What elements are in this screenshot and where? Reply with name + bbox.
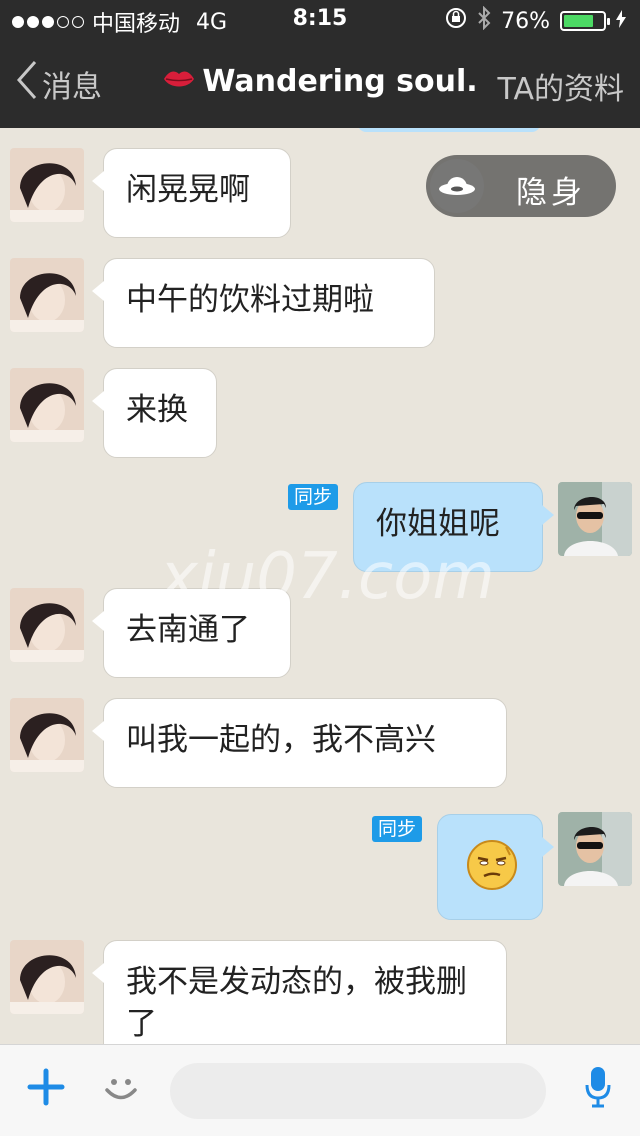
sync-badge: 同步 — [372, 816, 423, 842]
message-row: 叫我一起的，我不高兴 — [0, 698, 640, 788]
incoming-bubble[interactable]: 闲晃晃啊 — [92, 148, 291, 238]
lips-icon — [162, 64, 196, 99]
contact-avatar[interactable] — [10, 148, 84, 222]
incoming-bubble[interactable]: 来换 — [92, 368, 217, 458]
smirk-emoji-icon — [466, 839, 518, 902]
bluetooth-icon — [477, 5, 491, 36]
profile-button[interactable]: TA的资料 — [497, 64, 624, 108]
message-row: 同步 — [0, 812, 640, 922]
contact-avatar[interactable] — [10, 940, 84, 1014]
charging-icon — [616, 9, 626, 34]
sync-badge: 同步 — [288, 484, 339, 510]
battery-icon — [560, 11, 610, 31]
invisible-mode-toggle[interactable]: 隐身 — [426, 155, 616, 217]
status-right: 76% — [445, 5, 626, 36]
contact-avatar[interactable] — [10, 258, 84, 332]
message-row: 中午的饮料过期啦 — [0, 258, 640, 348]
my-avatar[interactable] — [558, 812, 632, 886]
incoming-bubble[interactable]: 叫我一起的，我不高兴 — [92, 698, 507, 788]
message-row: 来换 — [0, 368, 640, 458]
contact-avatar[interactable] — [10, 588, 84, 662]
message-row: 我不是发动态的，被我删了 — [0, 940, 640, 1044]
previous-message-bubble — [358, 128, 540, 132]
incoming-bubble[interactable]: 我不是发动态的，被我删了 — [92, 940, 507, 1044]
plus-icon[interactable] — [26, 1067, 66, 1111]
incoming-bubble[interactable]: 中午的饮料过期啦 — [92, 258, 435, 348]
contact-avatar[interactable] — [10, 368, 84, 442]
message-input[interactable] — [170, 1063, 546, 1119]
my-avatar[interactable] — [558, 482, 632, 556]
emoji-button-icon[interactable] — [102, 1069, 140, 1111]
ufo-icon — [430, 159, 484, 213]
invisible-label: 隐身 — [516, 175, 586, 211]
watermark: xiu07.com — [160, 540, 495, 614]
nav-bar: 消息 Wandering soul. TA的资料 — [0, 40, 640, 128]
microphone-icon[interactable] — [584, 1065, 612, 1113]
chat-title-text: Wandering soul. — [202, 64, 478, 99]
chat-area[interactable]: 闲晃晃啊 隐身 中午的饮料过期啦 来换 同步 你姐姐呢 去南通了 叫我一起的，我… — [0, 128, 640, 1044]
input-bar — [0, 1044, 640, 1136]
rotation-lock-icon — [445, 7, 467, 35]
battery-percent: 76% — [501, 8, 550, 34]
status-bar: 中国移动 4G 8:15 76% — [0, 0, 640, 40]
contact-avatar[interactable] — [10, 698, 84, 772]
outgoing-bubble[interactable] — [437, 814, 554, 920]
